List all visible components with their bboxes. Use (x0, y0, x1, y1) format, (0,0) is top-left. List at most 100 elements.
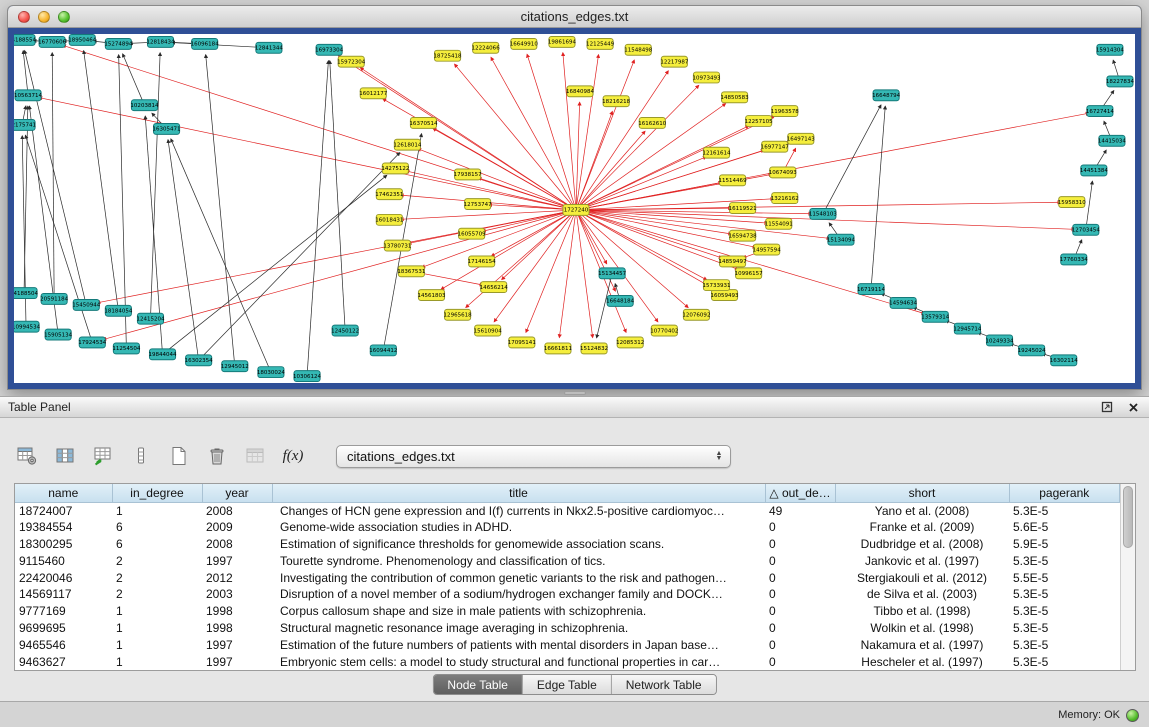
network-node[interactable]: 11548498 (624, 44, 653, 55)
new-column-icon[interactable] (90, 444, 116, 468)
network-node[interactable]: 16977147 (761, 141, 790, 152)
network-node[interactable]: 16302354 (185, 355, 214, 366)
network-node[interactable]: 16096184 (191, 38, 220, 49)
network-node[interactable]: 17938157 (454, 169, 483, 180)
cell-year[interactable]: 2008 (202, 502, 272, 519)
network-node[interactable]: 11514469 (719, 175, 748, 186)
cell-in_degree[interactable]: 2 (112, 569, 202, 586)
column-header-name[interactable]: name (15, 484, 112, 502)
cell-title[interactable]: Disruption of a novel member of a sodium… (272, 586, 765, 603)
minimize-window-button[interactable] (38, 11, 50, 23)
cell-in_degree[interactable]: 1 (112, 636, 202, 653)
network-node[interactable]: 16162610 (638, 118, 667, 129)
cell-out_degree[interactable]: 0 (765, 552, 835, 569)
table-row[interactable]: 1938455462009Genome-wide association stu… (15, 519, 1120, 536)
table-row[interactable]: 946554611997Estimation of the future num… (15, 636, 1120, 653)
network-node[interactable]: 12945714 (953, 323, 982, 334)
network-node[interactable]: 19844044 (149, 349, 178, 360)
network-node[interactable]: 12965618 (444, 309, 473, 320)
network-node[interactable]: 12703454 (1072, 224, 1101, 235)
network-node[interactable]: 12841344 (255, 42, 284, 53)
network-node[interactable]: 15124832 (580, 343, 608, 354)
cell-year[interactable]: 2012 (202, 569, 272, 586)
network-node[interactable]: 15905134 (44, 329, 73, 340)
table-row[interactable]: 969969511998Structural magnetic resonanc… (15, 620, 1120, 637)
network-node[interactable]: 16055709 (458, 228, 487, 239)
cell-short[interactable]: Jankovic et al. (1997) (835, 552, 1009, 569)
cell-name[interactable]: 18300295 (15, 536, 112, 553)
function-builder-icon[interactable]: f(x) (280, 444, 306, 468)
cell-short[interactable]: Wolkin et al. (1998) (835, 620, 1009, 637)
column-header-out-degree[interactable]: △ out_de… (765, 484, 835, 502)
network-node[interactable]: 17095141 (508, 337, 536, 348)
cell-out_degree[interactable]: 0 (765, 653, 835, 670)
network-node[interactable]: 10973493 (692, 72, 721, 83)
network-node[interactable]: 16719114 (857, 284, 886, 295)
cell-pagerank[interactable]: 5.3E-5 (1009, 653, 1120, 670)
cell-out_degree[interactable]: 0 (765, 620, 835, 637)
network-node[interactable]: 16973304 (315, 44, 344, 55)
table-selector-dropdown[interactable]: citations_edges.txt ▲▼ (336, 445, 731, 468)
cell-in_degree[interactable]: 6 (112, 536, 202, 553)
network-node[interactable]: 12753747 (464, 199, 493, 210)
network-node[interactable]: 18367531 (397, 266, 425, 277)
zoom-window-button[interactable] (58, 11, 70, 23)
network-node[interactable]: 10563714 (14, 90, 43, 101)
cell-title[interactable]: Changes of HCN gene expression and I(f) … (272, 502, 765, 519)
cell-pagerank[interactable]: 5.3E-5 (1009, 502, 1120, 519)
network-node[interactable]: 15914304 (1096, 44, 1125, 55)
network-node[interactable]: 14275122 (381, 163, 409, 174)
network-node[interactable]: 16840984 (566, 86, 595, 97)
network-node[interactable]: 17924534 (78, 337, 107, 348)
cell-in_degree[interactable]: 2 (112, 586, 202, 603)
network-node[interactable]: 12224066 (472, 42, 501, 53)
table-row[interactable]: 977716911998Corpus callosum shape and si… (15, 603, 1120, 620)
column-header-short[interactable]: short (835, 484, 1009, 502)
network-node[interactable]: 16012177 (359, 88, 388, 99)
network-node[interactable]: 14594634 (889, 297, 918, 308)
network-node[interactable]: 17760334 (1060, 254, 1089, 265)
cell-out_degree[interactable]: 0 (765, 586, 835, 603)
network-node[interactable]: 15958310 (1058, 197, 1087, 208)
network-node[interactable]: 12415204 (136, 313, 165, 324)
cell-title[interactable]: Investigating the contribution of common… (272, 569, 765, 586)
network-node[interactable]: 15733931 (702, 280, 730, 291)
network-node[interactable]: 10994534 (14, 321, 41, 332)
cell-pagerank[interactable]: 5.9E-5 (1009, 536, 1120, 553)
cell-out_degree[interactable]: 0 (765, 519, 835, 536)
cell-title[interactable]: Genome-wide association studies in ADHD. (272, 519, 765, 536)
network-node[interactable]: 12618014 (393, 139, 422, 150)
cell-in_degree[interactable]: 2 (112, 552, 202, 569)
cell-name[interactable]: 19384554 (15, 519, 112, 536)
network-node[interactable]: 15450944 (72, 299, 101, 310)
cell-short[interactable]: Franke et al. (2009) (835, 519, 1009, 536)
network-node[interactable]: 16059493 (711, 290, 740, 301)
import-table-icon[interactable] (242, 444, 268, 468)
table-scrollbar[interactable] (1120, 484, 1135, 670)
network-node[interactable]: 12945012 (221, 361, 249, 372)
table-scrollbar-thumb[interactable] (1123, 486, 1133, 548)
column-header-in-degree[interactable]: in_degree (112, 484, 202, 502)
table-row[interactable]: 911546021997Tourette syndrome. Phenomeno… (15, 552, 1120, 569)
network-node[interactable]: 13216162 (771, 193, 799, 204)
cell-name[interactable]: 9465546 (15, 636, 112, 653)
network-node[interactable]: 18725418 (434, 50, 463, 61)
cell-year[interactable]: 1997 (202, 653, 272, 670)
cell-short[interactable]: de Silva et al. (2003) (835, 586, 1009, 603)
network-node[interactable]: 16119521 (729, 203, 757, 214)
network-node[interactable]: 18950464 (68, 34, 97, 45)
cell-pagerank[interactable]: 5.3E-5 (1009, 636, 1120, 653)
delete-column-icon[interactable] (128, 444, 154, 468)
cell-title[interactable]: Estimation of the future numbers of pati… (272, 636, 765, 653)
network-node[interactable]: 12161614 (702, 147, 731, 158)
cell-out_degree[interactable]: 0 (765, 603, 835, 620)
tab-network-table[interactable]: Network Table (612, 675, 716, 694)
cell-in_degree[interactable]: 1 (112, 502, 202, 519)
network-node[interactable]: 10203814 (130, 100, 159, 111)
cell-year[interactable]: 1998 (202, 620, 272, 637)
network-node[interactable]: 14957594 (753, 244, 782, 255)
cell-short[interactable]: Dudbridge et al. (2008) (835, 536, 1009, 553)
network-node[interactable]: 12450122 (331, 325, 359, 336)
network-node[interactable]: 12175741 (14, 120, 36, 131)
network-node[interactable]: 17462351 (375, 189, 403, 200)
